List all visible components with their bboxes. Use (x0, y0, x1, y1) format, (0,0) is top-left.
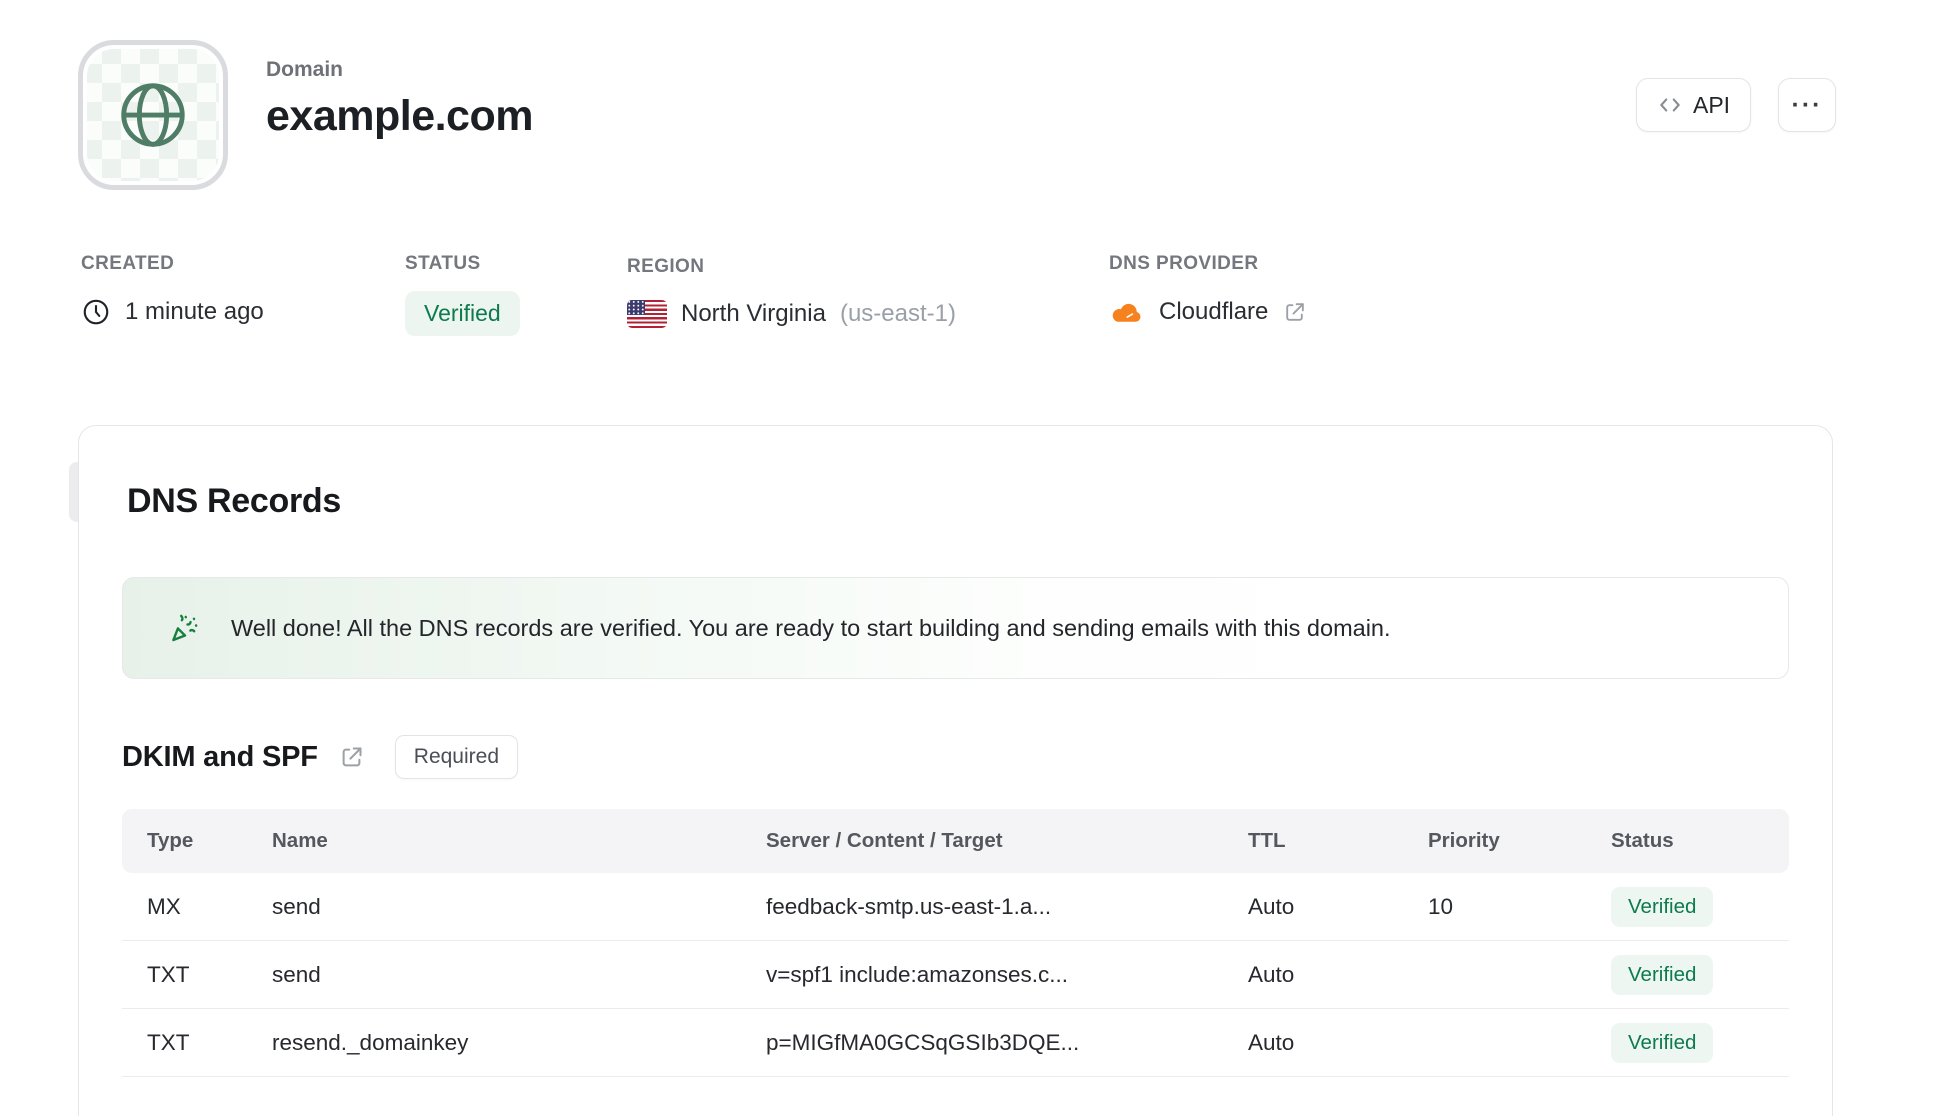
cell-name: resend._domainkey (272, 1029, 469, 1055)
region-value: North Virginia (681, 300, 826, 327)
us-flag-icon (627, 300, 667, 328)
table-row[interactable]: TXT send v=spf1 include:amazonses.c... A… (122, 941, 1789, 1009)
api-button[interactable]: API (1636, 78, 1752, 132)
ellipsis-icon: ··· (1791, 90, 1823, 119)
dkim-spf-section-header: DKIM and SPF Required (122, 735, 1789, 779)
cloudflare-icon (1109, 297, 1145, 327)
status-badge: Verified (1611, 954, 1714, 995)
cell-value: v=spf1 include:amazonses.c... (766, 961, 1069, 987)
meta-dns-provider: DNS PROVIDER Cloudflare (1109, 253, 1307, 327)
meta-created: CREATED 1 minute ago (81, 253, 264, 327)
header-text: Domain example.com (266, 58, 533, 141)
region-code: (us-east-1) (839, 300, 956, 327)
cell-type: TXT (147, 961, 190, 987)
external-link-icon[interactable] (1282, 300, 1307, 325)
dkim-spf-title: DKIM and SPF (122, 740, 318, 773)
created-value: 1 minute ago (125, 298, 264, 325)
cell-type: MX (147, 893, 181, 919)
cell-value: p=MIGfMA0GCSqGSIb3DQE... (766, 1029, 1080, 1055)
dns-provider-value[interactable]: Cloudflare (1159, 298, 1268, 326)
dns-records-title: DNS Records (127, 482, 341, 520)
clock-icon (81, 297, 111, 327)
api-button-label: API (1693, 91, 1731, 118)
code-icon (1657, 92, 1683, 118)
more-options-button[interactable]: ··· (1778, 78, 1836, 132)
col-type: Type (147, 829, 194, 852)
status-badge: Verified (405, 291, 520, 336)
meta-status: STATUS Verified (405, 253, 520, 336)
cell-value: feedback-smtp.us-east-1.a... (766, 893, 1052, 919)
cell-name: send (272, 961, 321, 987)
success-banner: Well done! All the DNS records are verif… (122, 577, 1789, 679)
page-eyebrow: Domain (266, 58, 344, 81)
globe-icon (114, 76, 192, 154)
cell-ttl: Auto (1248, 893, 1295, 919)
table-row[interactable]: MX send feedback-smtp.us-east-1.a... Aut… (122, 873, 1789, 941)
table-header-row: Type Name Server / Content / Target TTL … (122, 809, 1789, 873)
required-badge: Required (394, 735, 519, 779)
created-label: CREATED (81, 253, 175, 274)
dns-records-card: DNS Records Well done! All the DNS recor… (78, 425, 1833, 1116)
dns-provider-label: DNS PROVIDER (1109, 253, 1259, 274)
dns-records-table: Type Name Server / Content / Target TTL … (122, 809, 1789, 1077)
party-popper-icon (167, 611, 201, 645)
col-status: Status (1611, 829, 1674, 852)
cell-type: TXT (147, 1029, 190, 1055)
cell-name: send (272, 893, 321, 919)
status-badge: Verified (1611, 886, 1714, 927)
domain-detail-page: Domain example.com API ··· CREATED 1 min… (0, 0, 1944, 1116)
external-link-icon[interactable] (338, 744, 365, 771)
success-message: Well done! All the DNS records are verif… (231, 614, 1391, 641)
col-name: Name (272, 829, 328, 852)
meta-region: REGION North Virginia (us-east-1) (627, 256, 956, 328)
region-label: REGION (627, 256, 705, 277)
status-badge: Verified (1611, 1022, 1714, 1063)
table-row[interactable]: TXT resend._domainkey p=MIGfMA0GCSqGSIb3… (122, 1009, 1789, 1077)
cell-ttl: Auto (1248, 961, 1295, 987)
col-value: Server / Content / Target (766, 829, 1003, 852)
col-ttl: TTL (1248, 829, 1286, 852)
domain-avatar (78, 40, 228, 190)
col-priority: Priority (1428, 829, 1500, 852)
page-title: example.com (266, 92, 533, 140)
cell-priority: 10 (1428, 893, 1454, 919)
cell-ttl: Auto (1248, 1029, 1295, 1055)
status-label: STATUS (405, 253, 481, 274)
